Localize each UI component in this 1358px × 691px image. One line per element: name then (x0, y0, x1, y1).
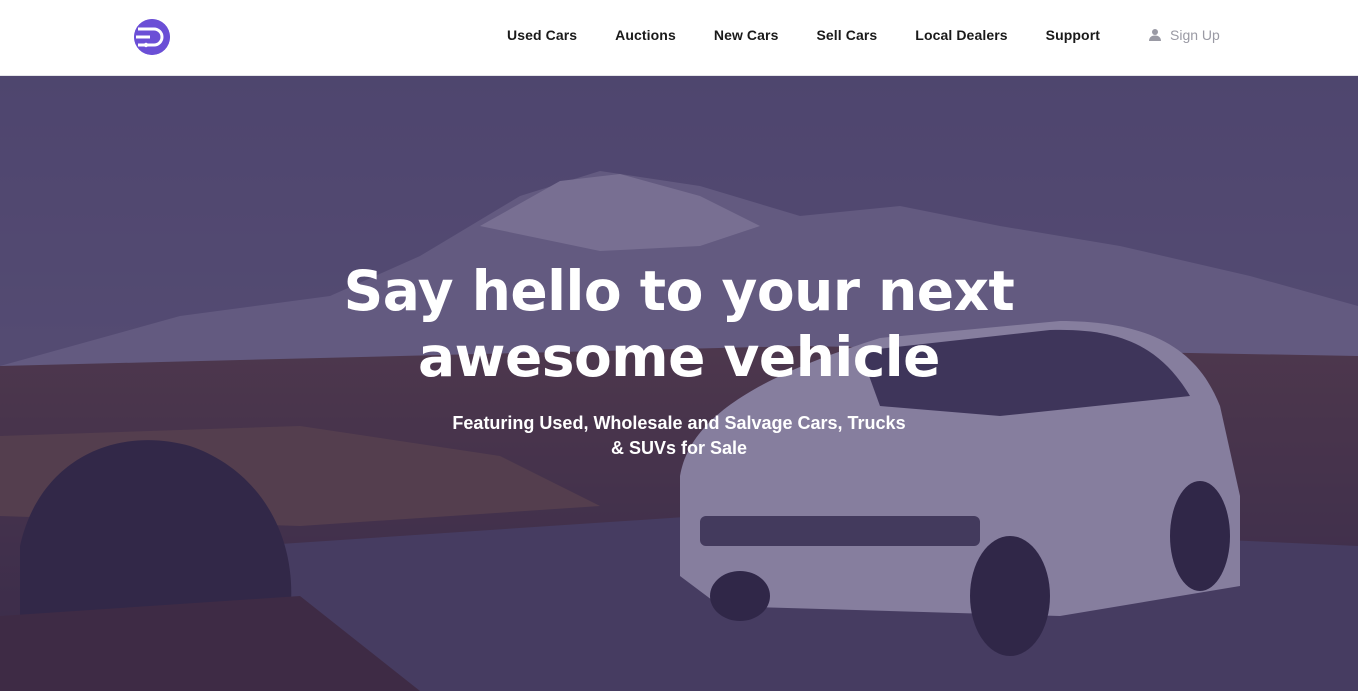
hero-subtitle-line-1: Featuring Used, Wholesale and Salvage Ca… (452, 413, 906, 433)
hero-title-line-2: awesome vehicle (418, 325, 940, 389)
nav-local-dealers[interactable]: Local Dealers (896, 27, 1026, 43)
nav-sell-cars[interactable]: Sell Cars (797, 27, 896, 43)
top-navbar: Used Cars Auctions New Cars Sell Cars Lo… (0, 0, 1358, 76)
user-icon (1149, 29, 1161, 41)
hero-title-line-1: Say hello to your next (343, 259, 1015, 323)
hero-section: Say hello to your next awesome vehicle F… (0, 76, 1358, 691)
hero-subtitle-line-2: & SUVs for Sale (610, 438, 748, 458)
nav-support[interactable]: Support (1027, 27, 1119, 43)
sign-up-button[interactable]: Sign Up (1148, 24, 1220, 46)
hero-subtitle: Featuring Used, Wholesale and Salvage Ca… (439, 411, 919, 461)
nav-used-cars[interactable]: Used Cars (488, 27, 596, 43)
nav-auctions[interactable]: Auctions (596, 27, 695, 43)
nav-new-cars[interactable]: New Cars (695, 27, 798, 43)
sign-up-label: Sign Up (1170, 27, 1220, 43)
hero-title: Say hello to your next awesome vehicle (329, 258, 1029, 390)
car-logo-icon[interactable] (134, 19, 170, 55)
main-nav: Used Cars Auctions New Cars Sell Cars Lo… (488, 24, 1119, 46)
